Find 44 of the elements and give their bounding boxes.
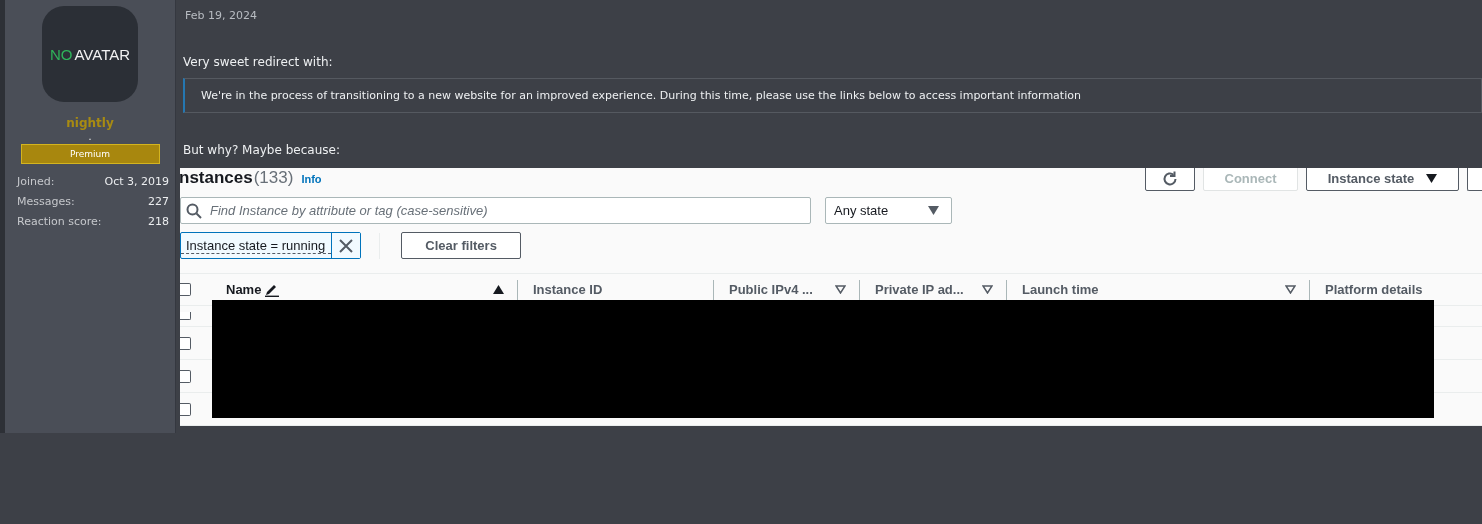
stat-value: 227	[148, 194, 169, 210]
filter-triangle-icon	[1285, 285, 1296, 294]
checkbox[interactable]	[180, 336, 191, 350]
premium-badge: Premium	[20, 144, 160, 164]
post-date[interactable]: Feb 19, 2024	[185, 8, 1482, 24]
refresh-icon	[1161, 169, 1179, 188]
dropdown-button[interactable]: Instance state	[1306, 168, 1459, 191]
column-header[interactable]: Instance ID	[533, 282, 603, 297]
stat-value: 218	[148, 214, 169, 230]
caret-icon	[928, 206, 939, 215]
quote-text: We're in the process of transitioning to a new website for an improved experience. During this time, please use the links below to access important information	[201, 89, 1081, 102]
column-header[interactable]: Public IPv4 ...	[729, 282, 813, 297]
checkbox[interactable]	[180, 312, 191, 320]
instance-count: (133)	[253, 168, 294, 188]
close-icon	[339, 238, 354, 253]
caret-icon	[1426, 174, 1438, 183]
state-dropdown[interactable]: Any state	[825, 197, 952, 224]
post-text: Very sweet redirect with:	[183, 54, 334, 70]
column-header[interactable]: Private IP ad...	[875, 282, 964, 297]
avatar: NOAVATAR	[42, 6, 138, 102]
filter-triangle-icon	[835, 285, 846, 294]
search-field[interactable]: Find Instance by attribute or tag (case-sensitive)	[180, 197, 811, 224]
column-header[interactable]: Name	[226, 282, 262, 297]
checkbox[interactable]	[180, 283, 191, 296]
sort-ascending-icon	[493, 285, 504, 294]
remove-filter-button[interactable]	[331, 233, 361, 258]
info-link[interactable]: Info	[301, 173, 322, 185]
stat-value: Oct 3, 2019	[104, 174, 169, 190]
clear-filters-button[interactable]: Clear filters	[401, 232, 522, 259]
button[interactable]	[1467, 168, 1482, 191]
column-header[interactable]: Launch time	[1022, 282, 1099, 297]
post-text: But why? Maybe because:	[183, 142, 341, 158]
user-title: .	[88, 130, 92, 144]
search-icon	[186, 203, 202, 219]
stat-label: Joined:	[17, 174, 55, 190]
page-title: nstances	[180, 168, 253, 188]
checkbox[interactable]	[180, 402, 191, 416]
checkbox[interactable]	[180, 369, 191, 383]
stat-label: Reaction score:	[17, 214, 102, 230]
refresh-button[interactable]	[1145, 168, 1195, 191]
filter-triangle-icon	[982, 285, 993, 294]
pencil-icon	[264, 282, 281, 297]
column-header[interactable]: Platform details	[1325, 282, 1423, 297]
stat-label: Messages:	[17, 194, 75, 210]
